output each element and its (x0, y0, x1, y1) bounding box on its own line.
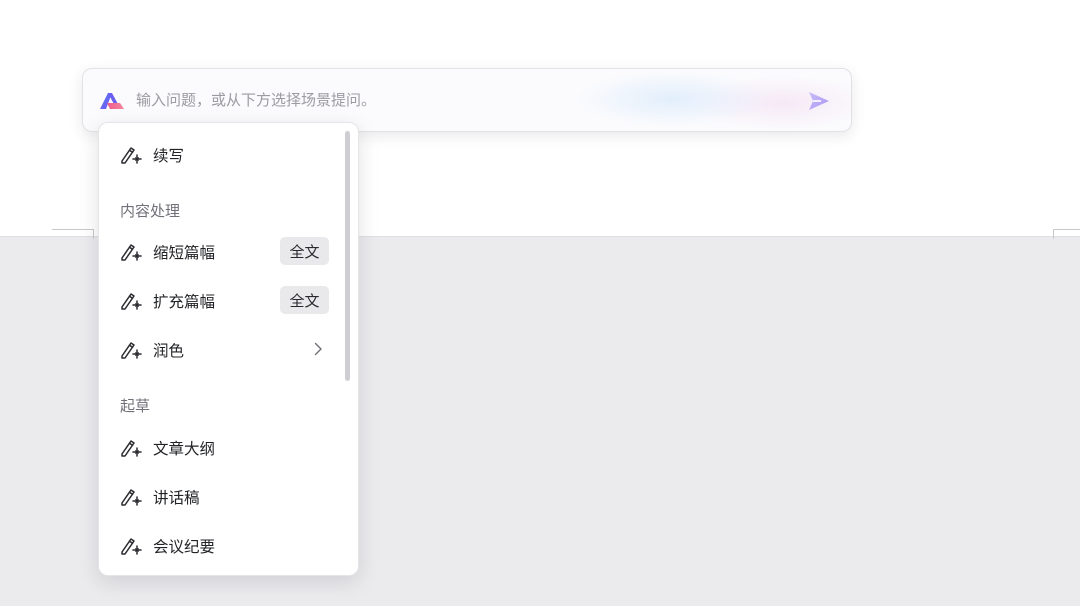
page-corner-mark-left (52, 229, 94, 239)
magic-pen-icon (119, 239, 143, 263)
send-icon (809, 92, 829, 110)
full-text-tag[interactable]: 全文 (280, 286, 329, 314)
menu-item-label: 扩充篇幅 (153, 293, 216, 311)
magic-pen-icon (119, 337, 143, 361)
menu-item-label: 缩短篇幅 (153, 244, 216, 262)
section-title-draft: 起草 (120, 397, 151, 415)
menu-item-label: 讲话稿 (153, 489, 200, 507)
menu-item-label: 会议纪要 (153, 538, 216, 556)
menu-item-label: 润色 (153, 342, 185, 360)
full-text-tag[interactable]: 全文 (280, 237, 329, 265)
section-title-content-processing: 内容处理 (120, 202, 181, 220)
prompt-input[interactable] (136, 85, 776, 115)
menu-scrollbar-thumb[interactable] (345, 131, 350, 381)
magic-pen-icon (119, 484, 143, 508)
menu-item-label: 文章大纲 (153, 440, 216, 458)
page-corner-mark-right (1053, 229, 1080, 239)
menu-item-continue-writing[interactable]: 续写 (99, 133, 339, 173)
menu-item-expand[interactable]: 扩充篇幅 全文 (99, 279, 339, 319)
menu-scrollbar[interactable] (345, 131, 351, 381)
magic-pen-icon (119, 533, 143, 557)
scenario-menu: 续写 内容处理 缩短篇幅 全文 扩充篇幅 全文 润色 起草 文章大纲 讲话稿 会… (98, 122, 359, 576)
menu-item-label: 续写 (153, 147, 185, 165)
magic-pen-icon (119, 288, 143, 312)
menu-item-meeting-minutes[interactable]: 会议纪要 (99, 524, 339, 564)
app-stage: 续写 内容处理 缩短篇幅 全文 (0, 0, 1080, 606)
magic-pen-icon (119, 142, 143, 166)
menu-item-polish[interactable]: 润色 (99, 328, 339, 368)
chevron-right-icon (311, 341, 325, 356)
magic-pen-icon (119, 435, 143, 459)
send-button[interactable] (805, 87, 833, 115)
menu-item-article-outline[interactable]: 文章大纲 (99, 426, 339, 466)
ai-logo-icon (98, 89, 126, 113)
menu-item-shorten[interactable]: 缩短篇幅 全文 (99, 230, 339, 270)
menu-item-speech-draft[interactable]: 讲话稿 (99, 475, 339, 515)
